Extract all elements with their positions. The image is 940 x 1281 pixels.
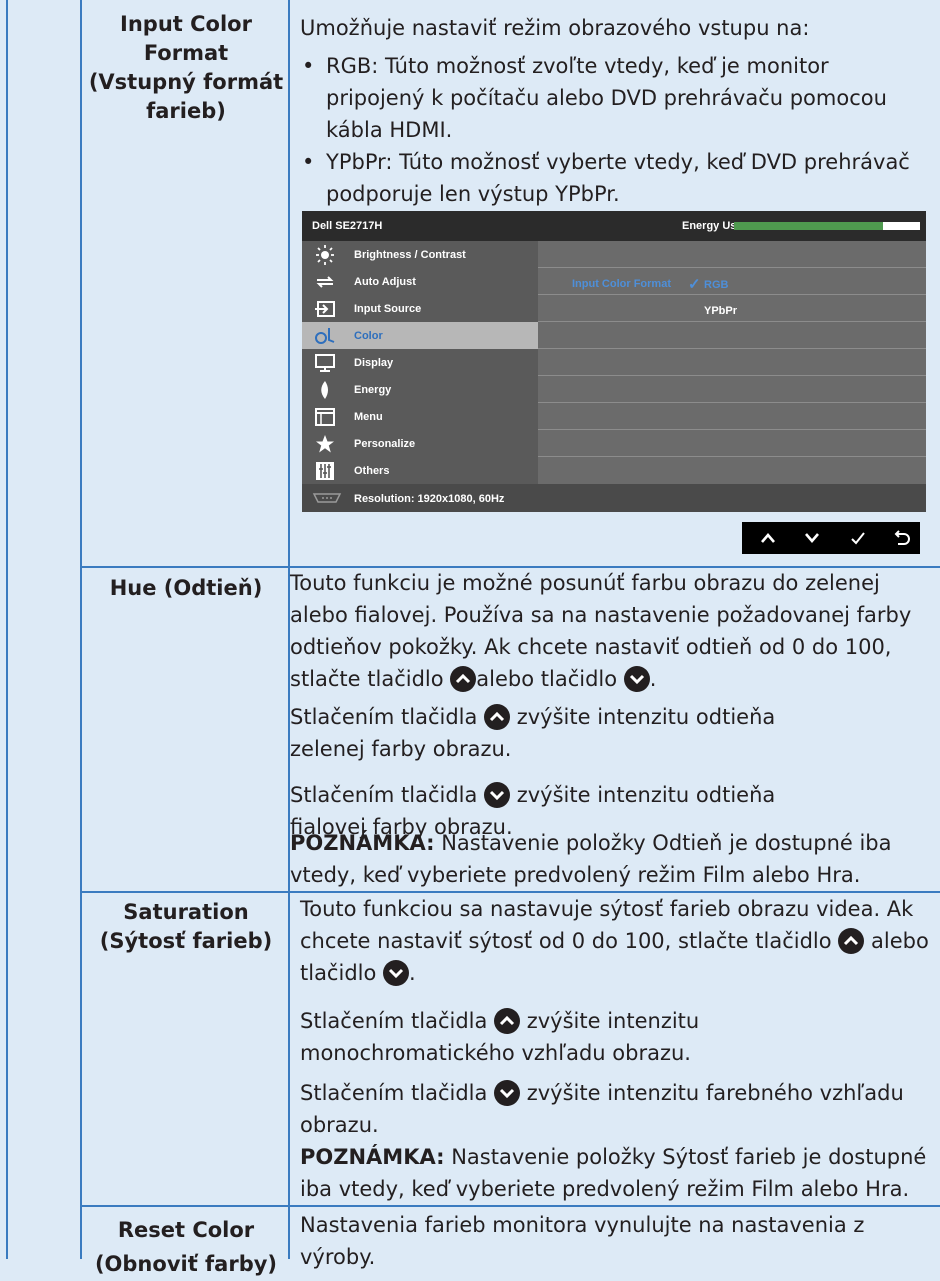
osd-item-label: Others — [354, 465, 390, 477]
osd-item-label: Energy — [354, 384, 392, 396]
down-button-icon — [383, 960, 410, 986]
osd-item-label: Auto Adjust — [354, 276, 416, 288]
osd-item-label: Personalize — [354, 438, 416, 450]
saturation-paragraph-1: Touto funkciou sa nastavuje sýtosť farie… — [300, 893, 936, 989]
osd-submenu-row — [538, 403, 926, 430]
down-icon[interactable] — [800, 526, 824, 550]
down-button-icon — [623, 666, 650, 692]
osd-submenu-row — [538, 349, 926, 376]
osd-item-personalize[interactable]: Personalize — [302, 430, 538, 457]
osd-item-display[interactable]: Display — [302, 349, 538, 376]
saturation-note: POZNÁMKA: Nastavenie položky Sýtosť fari… — [300, 1141, 940, 1205]
note-label: POZNÁMKA: — [300, 1145, 445, 1169]
osd-item-label: Brightness / Contrast — [354, 249, 466, 261]
hue-note: POZNÁMKA: Nastavenie položky Odtieň je d… — [290, 827, 936, 891]
back-icon[interactable] — [890, 526, 914, 550]
check-icon: ✓ — [688, 276, 701, 293]
reset-color-text: Nastavenia farieb monitora vynulujte na … — [300, 1213, 865, 1269]
bullet-dot: • — [302, 150, 315, 174]
osd-item-input-source[interactable]: Input Source — [302, 295, 538, 322]
osd-submenu-row — [538, 241, 926, 268]
hue-p1-end: . — [649, 667, 657, 691]
up-button-icon — [494, 1008, 521, 1034]
input-color-format-intro: Umožňuje nastaviť režim obrazového vstup… — [300, 16, 810, 40]
check-icon[interactable] — [846, 526, 870, 550]
up-icon[interactable] — [756, 526, 780, 550]
osd-item-auto-adjust[interactable]: Auto Adjust — [302, 268, 538, 295]
osd-header: Dell SE2717H Energy Use — [302, 211, 926, 241]
osd-item-energy[interactable]: Energy — [302, 376, 538, 403]
row-divider — [80, 1205, 940, 1207]
osd-item-others[interactable]: Others — [302, 457, 538, 484]
osd-item-label: Display — [354, 357, 394, 369]
up-button-icon — [450, 666, 477, 692]
osd-item-color[interactable]: Color — [302, 322, 538, 349]
bullet-ypbpr: YPbPr: Túto možnosť vyberte vtedy, keď D… — [326, 150, 910, 206]
osd-nav-buttons — [742, 522, 920, 554]
menu-icon — [315, 408, 335, 426]
table-border-left — [6, 0, 8, 1259]
hue-p3-text: Stlačením tlačidla — [290, 783, 478, 807]
sat-p1-end: . — [409, 961, 416, 985]
osd-item-brightness-contrast[interactable]: Brightness / Contrast — [302, 241, 538, 268]
osd-item-label: Menu — [354, 411, 383, 423]
hue-p2-text: Stlačením tlačidla — [290, 705, 478, 729]
osd-model-name: Dell SE2717H — [312, 220, 383, 232]
sat-p3-text: Stlačením tlačidla — [300, 1081, 488, 1105]
osd-item-label: Color — [354, 330, 383, 342]
auto-adjust-icon — [316, 276, 334, 288]
energy-use-fill — [734, 222, 883, 230]
connector-icon — [312, 493, 342, 503]
color-icon — [315, 328, 335, 344]
sat-p1-text: Touto funkciou sa nastavuje sýtosť farie… — [300, 897, 914, 953]
others-icon — [316, 462, 334, 480]
table-border-col1 — [80, 0, 82, 1259]
up-button-icon — [484, 704, 511, 730]
osd-footer: Resolution: 1920x1080, 60Hz — [302, 484, 926, 512]
input-source-icon — [315, 301, 335, 317]
row-label-input-color-format: Input Color Format (Vstupný formát farie… — [88, 12, 284, 123]
saturation-paragraph-2: Stlačením tlačidla zvýšite intenzitu mon… — [300, 1005, 740, 1069]
sat-p2-text: Stlačením tlačidla — [300, 1009, 488, 1033]
row-label-reset-color: Reset Color (Obnoviť farby) — [94, 1218, 278, 1276]
osd-item-label: Input Source — [354, 303, 422, 315]
energy-use-bar — [734, 222, 920, 230]
osd-submenu-row — [538, 376, 926, 403]
row-label-saturation: Saturation (Sýtosť farieb) — [99, 900, 273, 953]
bullet-dot: • — [302, 54, 315, 78]
osd-item-menu[interactable]: Menu — [302, 403, 538, 430]
hue-paragraph-2: Stlačením tlačidla zvýšite intenzitu odt… — [290, 701, 810, 765]
hue-p1-mid: alebo tlačidlo — [476, 667, 618, 691]
osd-submenu-row — [538, 322, 926, 349]
osd-resolution: Resolution: 1920x1080, 60Hz — [354, 493, 505, 505]
osd-option-rgb[interactable]: RGB — [704, 279, 728, 291]
osd-menu-screenshot: Dell SE2717H Energy Use Brightness / Con… — [302, 211, 926, 512]
osd-setting-label: Input Color Format — [572, 278, 671, 290]
personalize-icon — [316, 435, 334, 453]
down-button-icon — [494, 1080, 521, 1106]
osd-main-menu: Brightness / Contrast Auto Adjust Input … — [302, 241, 538, 484]
row-label-hue: Hue (Odtieň) — [109, 576, 263, 600]
osd-submenu-row — [538, 430, 926, 457]
brightness-icon — [316, 245, 334, 265]
osd-option-ypbpr[interactable]: YPbPr — [704, 305, 737, 317]
osd-submenu: Input Color Format ✓ RGB YPbPr — [538, 241, 926, 484]
display-icon — [315, 354, 335, 372]
down-button-icon — [484, 782, 511, 808]
hue-paragraph-1: Touto funkciu je možné posunúť farbu obr… — [290, 567, 936, 695]
bullet-rgb: RGB: Túto možnosť zvoľte vtedy, keď je m… — [326, 54, 887, 142]
saturation-paragraph-3: Stlačením tlačidla zvýšite intenzitu far… — [300, 1077, 936, 1141]
note-label: POZNÁMKA: — [290, 831, 435, 855]
up-button-icon — [838, 928, 865, 954]
energy-icon — [321, 381, 328, 399]
